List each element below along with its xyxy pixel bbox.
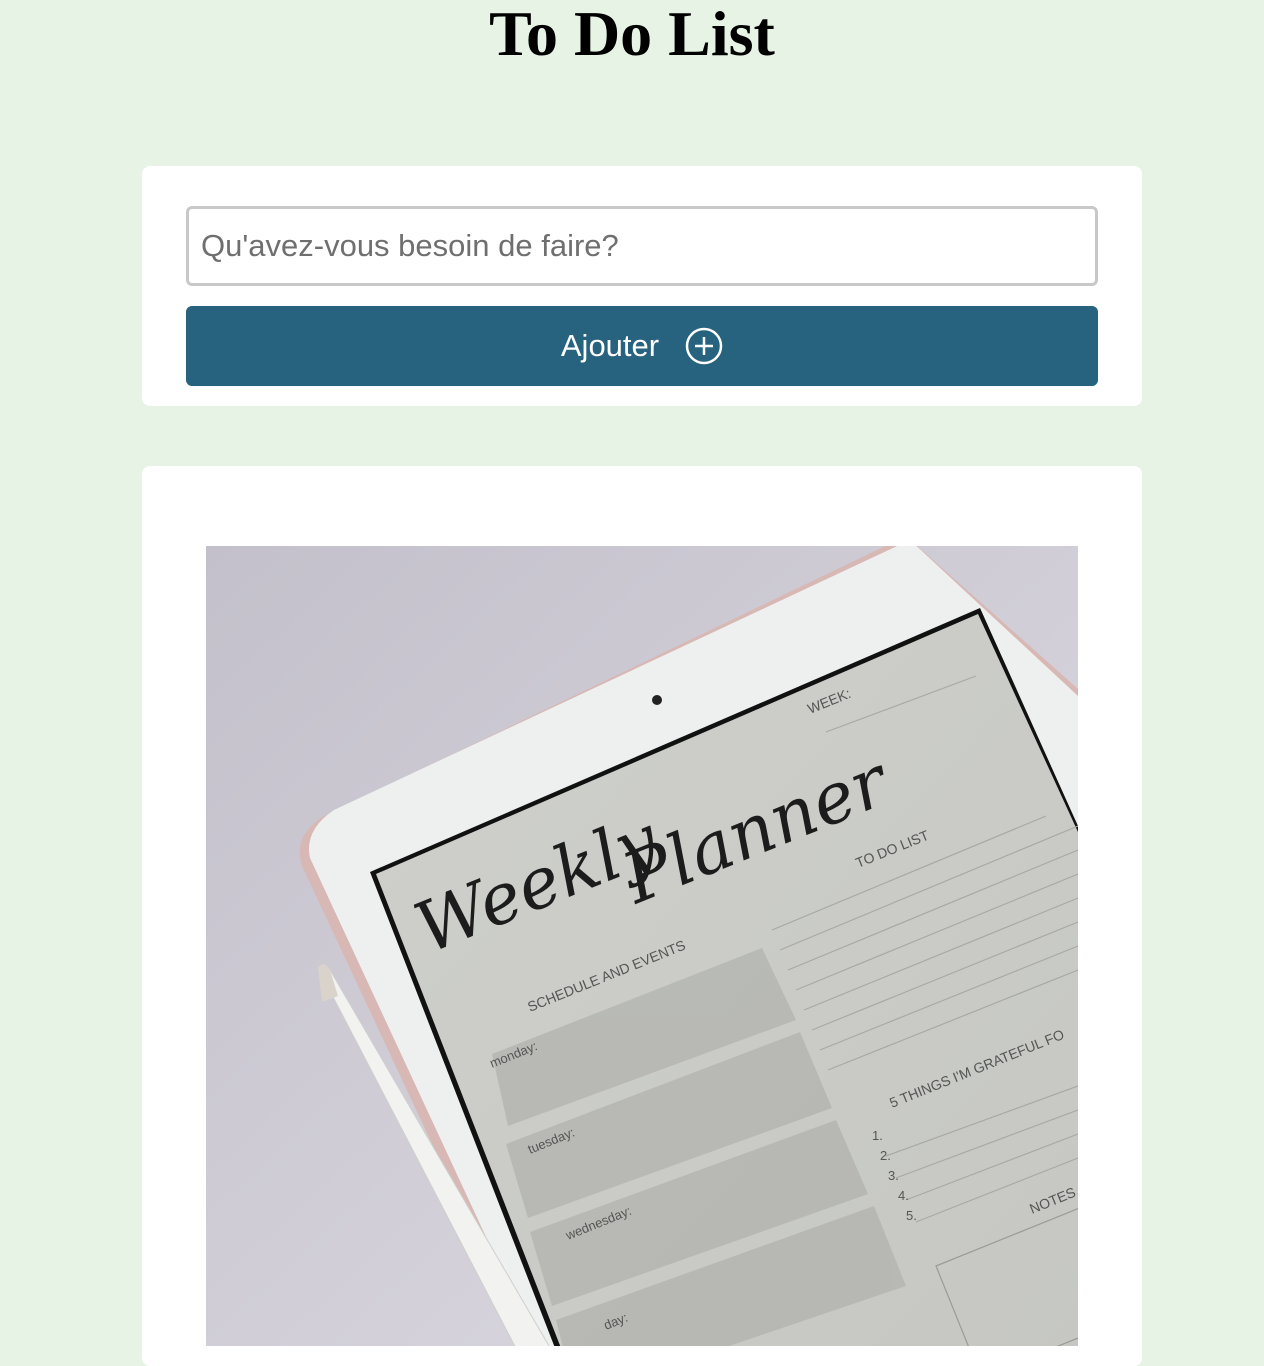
list-number-5: 5. <box>906 1208 917 1223</box>
list-number-3: 3. <box>888 1168 899 1183</box>
page-title: To Do List <box>489 0 775 69</box>
image-card: WEEK: TO DO LIST SCHEDULE AND EVENTS mon… <box>142 466 1142 1366</box>
task-input[interactable] <box>186 206 1098 286</box>
add-task-card: Ajouter <box>142 166 1142 406</box>
list-number-4: 4. <box>898 1188 909 1203</box>
add-button-label: Ajouter <box>560 328 660 363</box>
plus-circle-icon <box>685 327 723 365</box>
list-number-2: 2. <box>880 1148 891 1163</box>
list-number-1: 1. <box>872 1128 883 1143</box>
planner-image: WEEK: TO DO LIST SCHEDULE AND EVENTS mon… <box>206 546 1078 1346</box>
camera-dot <box>652 695 662 705</box>
add-button[interactable]: Ajouter <box>186 306 1098 386</box>
